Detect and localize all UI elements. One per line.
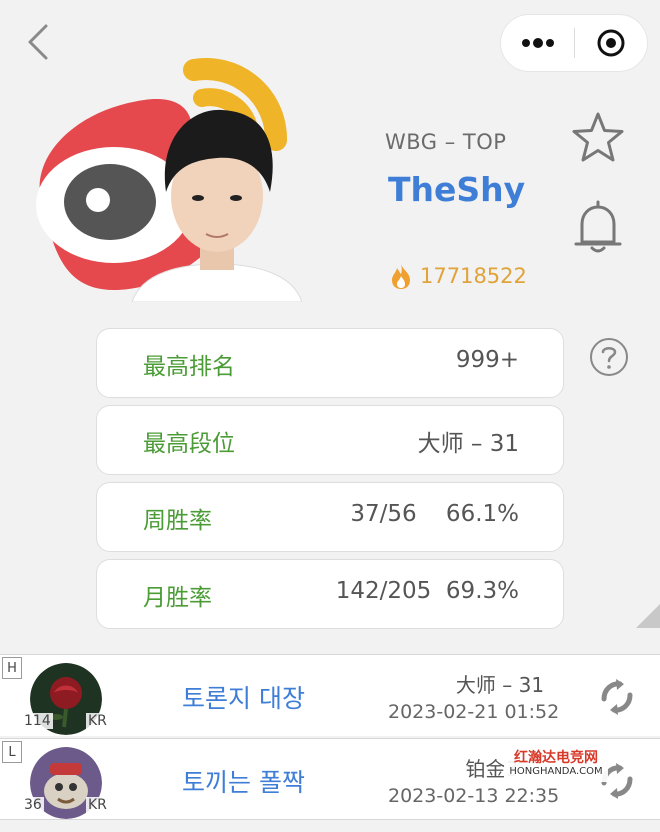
match-time: 2023-02-21 01:52 xyxy=(388,701,560,723)
fire-icon xyxy=(392,264,410,289)
stat-card-weekly-winrate: 周胜率 37/56 66.1% xyxy=(96,482,564,552)
watermark-line2: HONGHANDA.COM xyxy=(509,766,603,777)
stat-value: 142/205 69.3% xyxy=(335,578,519,604)
heat-score: 17718522 xyxy=(388,262,527,290)
help-button[interactable] xyxy=(588,336,630,378)
star-outline-icon xyxy=(572,112,624,162)
more-dots-icon xyxy=(521,38,554,48)
question-circle-icon xyxy=(590,338,628,376)
heat-value: 17718522 xyxy=(420,264,527,288)
server-region: KR xyxy=(86,713,109,729)
match-time: 2023-02-13 22:35 xyxy=(388,785,560,807)
match-row[interactable]: H 114 KR 토론지 대장 大师 – 31 2023-02-21 01:52 xyxy=(0,654,660,736)
notify-button[interactable] xyxy=(572,198,624,256)
close-circle-icon xyxy=(597,29,625,57)
player-name: TheShy xyxy=(388,170,526,209)
bell-outline-icon xyxy=(574,200,622,253)
refresh-button[interactable] xyxy=(596,677,638,717)
stat-label: 周胜率 xyxy=(143,508,212,534)
stat-card-monthly-winrate: 月胜率 142/205 69.3% xyxy=(96,559,564,629)
match-mode-badge: L xyxy=(2,741,22,763)
close-button[interactable] xyxy=(575,15,647,71)
stat-value: 37/56 66.1% xyxy=(350,501,519,527)
team-role: WBG – TOP xyxy=(385,130,507,154)
refresh-icon xyxy=(601,679,633,715)
summoner-level: 114 xyxy=(22,713,53,729)
more-button[interactable] xyxy=(501,15,574,71)
account-name[interactable]: 토론지 대장 xyxy=(182,679,305,715)
watermark-line1: 红瀚达电竞网 xyxy=(514,750,598,766)
player-avatar xyxy=(122,96,312,302)
summoner-level: 36 xyxy=(22,797,44,813)
match-mode-badge: H xyxy=(2,657,22,679)
mini-program-capsule xyxy=(500,14,648,72)
favorite-button[interactable] xyxy=(570,110,626,166)
account-name[interactable]: 토끼는 폴짝 xyxy=(182,763,305,799)
match-rank: 大师 – 31 xyxy=(455,673,545,697)
stat-card-highest-rank: 最高排名 999+ xyxy=(96,328,564,398)
stat-card-highest-tier: 最高段位 大师 – 31 xyxy=(96,405,564,475)
stat-label: 最高段位 xyxy=(143,431,235,457)
stat-value: 999+ xyxy=(455,347,519,373)
corner-triangle-icon xyxy=(636,604,660,628)
stat-label: 最高排名 xyxy=(143,354,235,380)
stat-value: 大师 – 31 xyxy=(417,431,519,457)
stat-label: 月胜率 xyxy=(143,585,212,611)
site-watermark: 红瀚达电竞网 HONGHANDA.COM xyxy=(504,748,608,782)
server-region: KR xyxy=(86,797,109,813)
